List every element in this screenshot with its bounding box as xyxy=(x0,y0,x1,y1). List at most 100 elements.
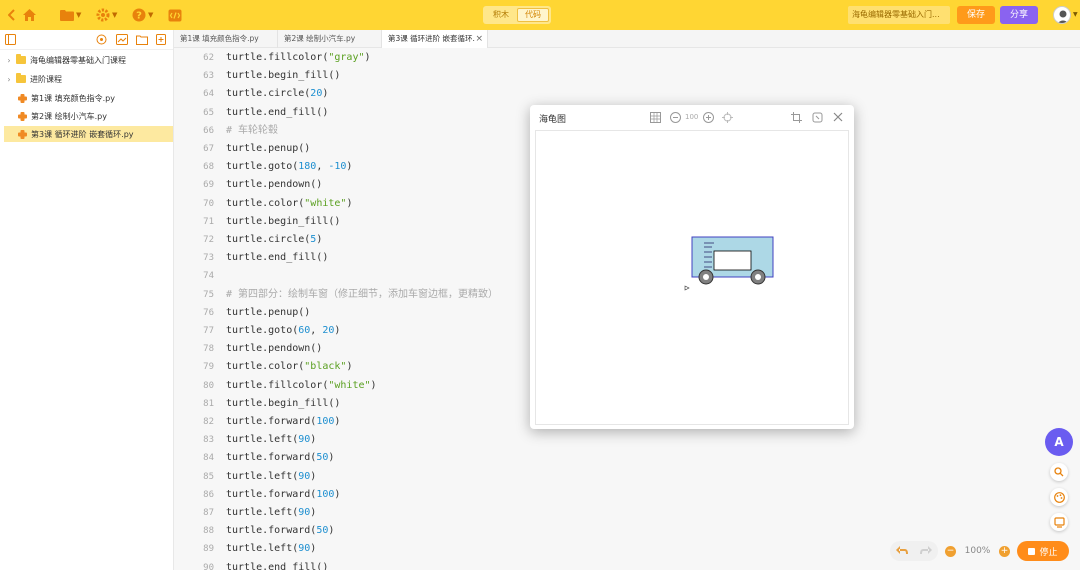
new-folder-icon[interactable] xyxy=(136,34,148,48)
code-text: turtle.fillcolor("gray") xyxy=(226,49,371,67)
code-token: turtle.circle( xyxy=(226,234,311,245)
code-line[interactable]: 83 turtle.left(90) xyxy=(174,431,1080,449)
close-icon[interactable] xyxy=(833,111,843,123)
image-icon[interactable] xyxy=(116,34,128,48)
code-token: ) xyxy=(310,543,317,555)
code-token: , xyxy=(310,325,323,336)
code-text: turtle.circle(5) xyxy=(226,231,322,249)
code-line[interactable]: 85 turtle.left(90) xyxy=(174,468,1080,486)
screen-icon xyxy=(1053,516,1065,528)
line-number: 85 xyxy=(203,471,214,482)
chevron-right-icon[interactable]: › xyxy=(4,56,14,65)
code-token: turtle.forward( xyxy=(226,452,317,464)
code-token: ) xyxy=(346,361,353,373)
share-button[interactable]: 分享 xyxy=(1000,6,1038,24)
help-panel-button[interactable] xyxy=(1050,513,1068,531)
code-line[interactable]: 88 turtle.forward(50) xyxy=(174,522,1080,540)
home-icon[interactable] xyxy=(22,7,37,23)
back-icon[interactable] xyxy=(8,7,16,23)
chevron-down-icon[interactable]: ▼ xyxy=(1073,11,1078,18)
avatar[interactable] xyxy=(1053,6,1071,24)
blocks-mode-button[interactable]: 积木 xyxy=(485,8,517,22)
code-token: 90 xyxy=(298,543,311,555)
code-text: turtle.forward(100) xyxy=(226,486,340,504)
search-button[interactable] xyxy=(1050,463,1068,481)
refresh-icon[interactable] xyxy=(96,34,107,48)
car-hub-right xyxy=(755,274,761,280)
project-title[interactable]: 海龟编辑器零基础入门... xyxy=(848,6,950,24)
close-icon[interactable]: × xyxy=(475,30,483,48)
tree-file-lesson3[interactable]: 第3课 循环进阶 嵌套循环.py xyxy=(4,126,173,142)
zoom-in-icon[interactable]: + xyxy=(998,545,1010,557)
line-number: 68 xyxy=(203,162,214,173)
zoom-out-icon[interactable] xyxy=(670,111,681,123)
editor-tabs: 第1课 填充颜色指令.py 第2课 绘制小汽车.py 第3课 循环进阶 嵌套循环… xyxy=(174,30,1080,48)
code-token: turtle.penup() xyxy=(226,143,311,154)
file-menu[interactable]: ▼ xyxy=(60,7,81,23)
code-line[interactable]: 63 turtle.begin_fill() xyxy=(174,67,1080,85)
tab-lesson3[interactable]: 第3课 循环进阶 嵌套循环. × xyxy=(382,30,488,48)
tree-file-lesson2[interactable]: 第2课 绘制小汽车.py xyxy=(4,108,173,124)
code-text: turtle.begin_fill() xyxy=(226,213,340,231)
crop-icon[interactable] xyxy=(791,111,802,123)
code-token: ) xyxy=(310,507,317,518)
code-token: turtle.begin_fill() xyxy=(226,215,341,227)
redo-icon[interactable] xyxy=(919,544,933,558)
code-token: "white" xyxy=(328,379,371,391)
line-number: 78 xyxy=(203,344,214,355)
code-token: 90 xyxy=(298,507,311,518)
code-view-button[interactable] xyxy=(168,7,182,23)
zoom-in-icon[interactable] xyxy=(703,111,714,123)
collapse-sidebar-icon[interactable] xyxy=(5,34,16,48)
tab-lesson1[interactable]: 第1课 填充颜色指令.py xyxy=(174,30,278,48)
fullscreen-icon[interactable] xyxy=(812,111,823,123)
line-number: 80 xyxy=(203,380,214,391)
turtle-graphics-window: 海龟图 100 xyxy=(530,105,854,429)
zoom-controls: − 100% + xyxy=(945,541,1010,561)
stop-button[interactable]: 停止 xyxy=(1017,541,1069,561)
code-text: turtle.penup() xyxy=(226,304,310,322)
code-token: turtle.forward( xyxy=(226,525,317,537)
code-token: ) xyxy=(328,452,335,464)
code-text: turtle.forward(50) xyxy=(226,522,334,540)
code-line[interactable]: 86 turtle.forward(100) xyxy=(174,486,1080,504)
code-token: ) xyxy=(322,88,329,100)
code-text: turtle.goto(180, -10) xyxy=(226,158,352,176)
help-menu[interactable]: ? ▼ xyxy=(132,7,153,23)
tree-folder-course[interactable]: › 海龟编辑器零基础入门课程 xyxy=(4,52,173,68)
tree-folder-advanced[interactable]: › 进阶课程 xyxy=(4,71,173,87)
zoom-out-icon[interactable]: − xyxy=(945,545,956,557)
code-line[interactable]: 64 turtle.circle(20) xyxy=(174,85,1080,103)
save-button[interactable]: 保存 xyxy=(957,6,995,24)
locate-icon[interactable] xyxy=(722,111,733,123)
zoom-level: 100% xyxy=(964,546,991,556)
line-number: 67 xyxy=(203,144,214,154)
code-token: ) xyxy=(334,416,341,427)
code-line[interactable]: 84 turtle.forward(50) xyxy=(174,449,1080,467)
code-token: ) xyxy=(310,470,317,482)
chevron-right-icon[interactable]: › xyxy=(4,75,14,84)
code-line[interactable]: 62 turtle.fillcolor("gray") xyxy=(174,49,1080,67)
line-number: 74 xyxy=(203,271,214,282)
palette-button[interactable] xyxy=(1050,488,1068,506)
undo-icon[interactable] xyxy=(895,544,909,558)
settings-menu[interactable]: ▼ xyxy=(96,7,117,23)
code-token: turtle.circle( xyxy=(226,88,311,100)
mode-toggle: 积木 代码 xyxy=(483,6,551,24)
code-text: turtle.pendown() xyxy=(226,176,322,194)
code-token: turtle.end_fill() xyxy=(226,252,329,264)
car-hub-left xyxy=(703,274,709,280)
grid-icon[interactable] xyxy=(650,111,661,123)
turtle-canvas[interactable] xyxy=(535,130,849,425)
turtle-window-title: 海龟图 xyxy=(539,115,567,125)
new-file-icon[interactable] xyxy=(156,34,166,48)
chevron-down-icon: ▼ xyxy=(112,11,118,19)
code-mode-button[interactable]: 代码 xyxy=(517,8,549,22)
code-text: turtle.pendown() xyxy=(226,340,322,358)
code-token: 180 xyxy=(298,161,317,173)
code-line[interactable]: 87 turtle.left(90) xyxy=(174,504,1080,522)
line-number: 82 xyxy=(203,417,214,427)
tree-file-lesson1[interactable]: 第1课 填充颜色指令.py xyxy=(4,90,173,106)
ai-assistant-button[interactable]: A xyxy=(1045,428,1073,456)
tab-lesson2[interactable]: 第2课 绘制小汽车.py xyxy=(278,30,382,48)
